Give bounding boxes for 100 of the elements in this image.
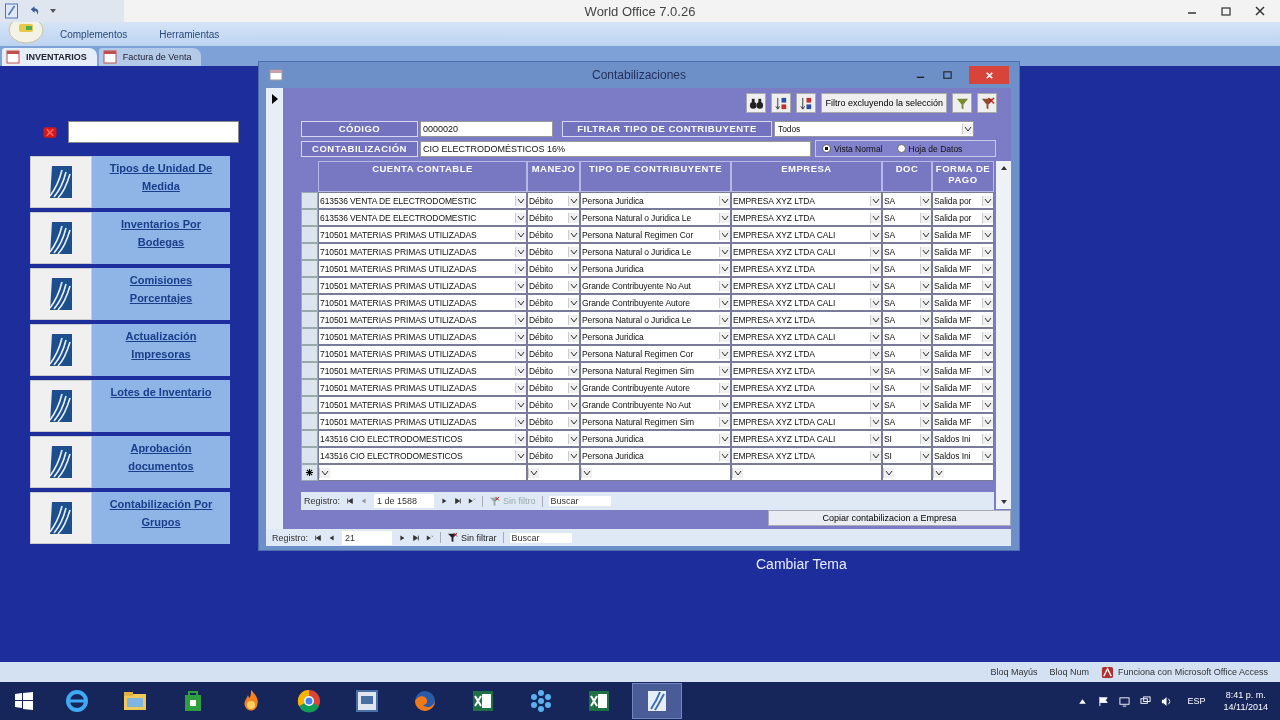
combo-cell[interactable]: SA xyxy=(882,328,932,345)
flag-icon[interactable] xyxy=(1097,695,1109,707)
next-record-icon[interactable] xyxy=(398,533,406,542)
module-link[interactable]: Contabilización Por Grupos xyxy=(92,492,230,544)
start-icon[interactable] xyxy=(14,691,34,711)
combo-cell[interactable]: Salida MF xyxy=(932,396,994,413)
last-record-icon[interactable] xyxy=(412,533,420,542)
combo-cell[interactable]: 710501 MATERIAS PRIMAS UTILIZADAS xyxy=(318,311,527,328)
view-radio[interactable]: Hoja de Datos xyxy=(896,143,963,154)
combo-cell[interactable]: Grande Contribuyente Autore xyxy=(580,294,731,311)
close-icon[interactable] xyxy=(1254,5,1266,17)
combo-cell[interactable]: SI xyxy=(882,430,932,447)
row-selector[interactable] xyxy=(301,464,318,481)
clock-time[interactable]: 8:41 p. m. xyxy=(1225,689,1266,701)
combo-cell[interactable]: Débito xyxy=(527,362,580,379)
combo-cell[interactable]: Saldos Ini xyxy=(932,447,994,464)
record-number-field[interactable]: 21 xyxy=(342,530,392,545)
sort-ascending-button[interactable] xyxy=(771,93,792,113)
combo-cell[interactable]: SI xyxy=(882,447,932,464)
filter-button[interactable] xyxy=(952,93,972,113)
module-link[interactable]: Actualización Impresoras xyxy=(92,324,230,376)
combo-cell[interactable]: Persona Juridica xyxy=(580,447,731,464)
combo-cell[interactable]: Débito xyxy=(527,209,580,226)
combo-cell[interactable]: 710501 MATERIAS PRIMAS UTILIZADAS xyxy=(318,294,527,311)
combo-cell[interactable]: EMPRESA XYZ LTDA CALI xyxy=(731,277,882,294)
combo-cell[interactable] xyxy=(527,464,580,481)
combo-cell[interactable]: EMPRESA XYZ LTDA xyxy=(731,209,882,226)
module-button[interactable] xyxy=(30,268,92,320)
accounting-field[interactable]: CIO ELECTRODOMÉSTICOS 16% xyxy=(420,140,811,157)
combo-cell[interactable]: EMPRESA XYZ LTDA xyxy=(731,345,882,362)
module-button[interactable] xyxy=(30,436,92,488)
combo-cell[interactable]: Grande Contribuyente Autore xyxy=(580,379,731,396)
combo-cell[interactable]: Salida MF xyxy=(932,311,994,328)
clock-date[interactable]: 14/11/2014 xyxy=(1223,701,1268,713)
contributor-filter-dropdown[interactable]: Todos xyxy=(774,120,974,137)
maximize-icon[interactable] xyxy=(1220,5,1232,17)
combo-cell[interactable] xyxy=(318,464,527,481)
new-record-icon[interactable] xyxy=(468,497,476,505)
combo-cell[interactable] xyxy=(580,464,731,481)
combo-cell[interactable]: Débito xyxy=(527,447,580,464)
combo-cell[interactable]: 710501 MATERIAS PRIMAS UTILIZADAS xyxy=(318,413,527,430)
record-number-field[interactable]: 1 de 1588 xyxy=(374,494,434,508)
module-button[interactable] xyxy=(30,380,92,432)
combo-cell[interactable]: EMPRESA XYZ LTDA CALI xyxy=(731,226,882,243)
view-radio[interactable]: Vista Normal xyxy=(822,143,883,154)
combo-cell[interactable]: Salida MF xyxy=(932,413,994,430)
module-link[interactable]: Inventarios Por Bodegas xyxy=(92,212,230,264)
combo-cell[interactable]: 710501 MATERIAS PRIMAS UTILIZADAS xyxy=(318,362,527,379)
copy-button[interactable]: Copiar contabilizacion a Empresa xyxy=(768,510,1011,526)
combo-cell[interactable]: Salida MF xyxy=(932,362,994,379)
combo-cell[interactable]: Débito xyxy=(527,413,580,430)
menu-item[interactable]: Herramientas xyxy=(159,28,238,40)
combo-cell[interactable] xyxy=(731,464,882,481)
combo-cell[interactable]: Grande Contribuyente No Aut xyxy=(580,396,731,413)
search-button[interactable] xyxy=(746,93,767,113)
combo-cell[interactable]: Persona Juridica xyxy=(580,430,731,447)
combo-cell[interactable]: EMPRESA XYZ LTDA CALI xyxy=(731,413,882,430)
maximize-icon[interactable] xyxy=(942,69,953,81)
combo-cell[interactable]: SA xyxy=(882,311,932,328)
volume-icon[interactable] xyxy=(1160,695,1172,707)
combo-cell[interactable]: Débito xyxy=(527,379,580,396)
network-icon[interactable] xyxy=(1139,695,1151,707)
combo-cell[interactable]: EMPRESA XYZ LTDA xyxy=(731,447,882,464)
combo-cell[interactable]: EMPRESA XYZ LTDA CALI xyxy=(731,243,882,260)
combo-cell[interactable]: Débito xyxy=(527,277,580,294)
combo-cell[interactable]: Débito xyxy=(527,311,580,328)
module-button[interactable] xyxy=(30,212,92,264)
combo-cell[interactable]: EMPRESA XYZ LTDA CALI xyxy=(731,328,882,345)
module-link[interactable]: Tipos de Unidad De Medida xyxy=(92,156,230,208)
combo-cell[interactable]: Débito xyxy=(527,192,580,209)
combo-cell[interactable]: SA xyxy=(882,277,932,294)
combo-cell[interactable]: SA xyxy=(882,192,932,209)
remove-filter-button[interactable] xyxy=(977,93,997,113)
previous-record-icon[interactable] xyxy=(328,533,336,542)
combo-cell[interactable]: EMPRESA XYZ LTDA xyxy=(731,311,882,328)
filter-button[interactable]: Filtro excluyendo la selección xyxy=(821,93,947,113)
combo-cell[interactable]: Persona Juridica xyxy=(580,192,731,209)
combo-cell[interactable]: Salida MF xyxy=(932,379,994,396)
combo-cell[interactable]: 710501 MATERIAS PRIMAS UTILIZADAS xyxy=(318,277,527,294)
combo-cell[interactable]: Salida MF xyxy=(932,294,994,311)
combo-cell[interactable]: Persona Natural Regimen Sim xyxy=(580,362,731,379)
filter-status-button[interactable]: Sin filtrar xyxy=(440,532,504,543)
combo-cell[interactable]: Saldos Ini xyxy=(932,430,994,447)
combo-cell[interactable]: Persona Natural o Juridica Le xyxy=(580,243,731,260)
combo-cell[interactable]: 143516 CIO ELECTRODOMESTICOS xyxy=(318,430,527,447)
combo-cell[interactable]: 613536 VENTA DE ELECTRODOMESTIC xyxy=(318,192,527,209)
combo-cell[interactable]: SA xyxy=(882,379,932,396)
module-link[interactable]: Comisiones Porcentajes xyxy=(92,268,230,320)
delete-icon[interactable] xyxy=(42,124,58,140)
combo-cell[interactable]: SA xyxy=(882,294,932,311)
module-link[interactable]: Lotes de Inventario xyxy=(92,380,230,432)
code-field[interactable]: 0000020 xyxy=(420,120,553,137)
combo-cell[interactable]: Salida MF xyxy=(932,243,994,260)
search-field[interactable] xyxy=(68,121,239,143)
combo-cell[interactable]: 143516 CIO ELECTRODOMESTICOS xyxy=(318,447,527,464)
search-field[interactable]: Buscar xyxy=(548,496,611,506)
menu-item[interactable]: Complementos xyxy=(60,28,146,40)
combo-cell[interactable]: Salida MF xyxy=(932,345,994,362)
theme-link[interactable]: Cambiar Tema xyxy=(756,556,847,572)
language-indicator[interactable]: ESP xyxy=(1187,696,1206,706)
